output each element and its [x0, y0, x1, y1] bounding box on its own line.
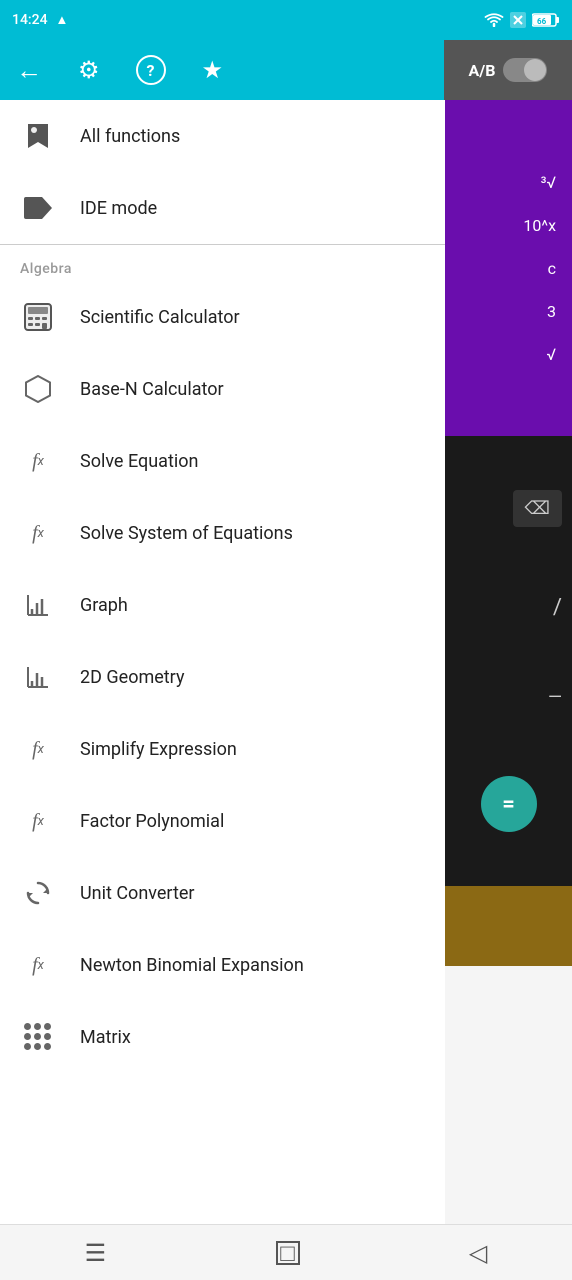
c-label: c	[548, 259, 556, 278]
back-nav-icon[interactable]: ◁	[469, 1239, 487, 1267]
calc-gold-panel	[445, 886, 572, 966]
fx-icon-5: fx	[20, 947, 56, 983]
unit-converter-label: Unit Converter	[80, 883, 195, 904]
help-button[interactable]: ?	[136, 55, 166, 85]
2d-geometry-label: 2D Geometry	[80, 667, 184, 688]
nav-bar: ☰ □ ◁	[0, 1224, 572, 1280]
home-nav-icon[interactable]: □	[276, 1241, 300, 1265]
help-icon-label: ?	[147, 61, 155, 80]
menu-item-2d-geometry[interactable]: 2D Geometry	[0, 641, 445, 713]
menu-item-scientific-calculator[interactable]: Scientific Calculator	[0, 281, 445, 353]
base-n-label: Base-N Calculator	[80, 379, 224, 400]
backspace-icon: ⌫	[525, 498, 550, 519]
menu-item-matrix[interactable]: Matrix	[0, 1001, 445, 1073]
dots-icon	[20, 1019, 56, 1055]
three-label: 3	[547, 302, 556, 321]
top-bar: ← ⚙ ? ★ A/B	[0, 40, 572, 100]
toggle-knob	[524, 59, 546, 81]
matrix-label: Matrix	[80, 1027, 131, 1048]
time: 14:24	[12, 12, 48, 28]
status-bar-left: 14:24 ▲	[12, 12, 68, 28]
tag-icon	[20, 190, 56, 226]
menu-item-factor-polynomial[interactable]: fx Factor Polynomial	[0, 785, 445, 857]
refresh-icon	[20, 875, 56, 911]
ab-toggle-container[interactable]: A/B	[444, 40, 572, 100]
star-button[interactable]: ★	[202, 56, 224, 84]
newton-binomial-label: Newton Binomial Expansion	[80, 955, 304, 976]
algebra-section-header: Algebra	[0, 249, 445, 281]
warning-icon: ▲	[56, 12, 69, 28]
menu-nav-icon[interactable]: ☰	[85, 1239, 107, 1267]
toggle-switch[interactable]	[503, 58, 547, 82]
fx-icon-4: fx	[20, 803, 56, 839]
status-bar-right: 66	[484, 12, 560, 28]
graph-icon	[20, 587, 56, 623]
equals-icon: =	[502, 792, 515, 817]
status-bar: 14:24 ▲ 66	[0, 0, 572, 40]
menu-drawer: All functions IDE mode Algebra	[0, 100, 445, 1280]
menu-item-solve-system[interactable]: fx Solve System of Equations	[0, 497, 445, 569]
svg-text:66: 66	[537, 17, 547, 26]
menu-item-base-n-calculator[interactable]: Base-N Calculator	[0, 353, 445, 425]
back-button[interactable]: ←	[16, 55, 42, 86]
calculator-icon	[20, 299, 56, 335]
divide-icon[interactable]: /	[553, 595, 562, 620]
menu-item-all-functions[interactable]: All functions	[0, 100, 445, 172]
menu-item-simplify-expression[interactable]: fx Simplify Expression	[0, 713, 445, 785]
ide-mode-label: IDE mode	[80, 198, 157, 219]
calc-purple-panel: ³√ 10^x c 3 √	[445, 100, 572, 436]
factor-polynomial-label: Factor Polynomial	[80, 811, 224, 832]
equals-button[interactable]: =	[481, 776, 537, 832]
simplify-expression-label: Simplify Expression	[80, 739, 237, 760]
battery-icon: 66	[532, 13, 560, 27]
x-icon	[510, 12, 526, 28]
hexagon-icon	[20, 371, 56, 407]
matrix-dots	[24, 1023, 52, 1051]
menu-item-ide-mode[interactable]: IDE mode	[0, 172, 445, 244]
graph-label: Graph	[80, 595, 128, 616]
all-functions-label: All functions	[80, 126, 180, 147]
menu-item-unit-converter[interactable]: Unit Converter	[0, 857, 445, 929]
bookmark-icon	[20, 118, 56, 154]
fx-icon-3: fx	[20, 731, 56, 767]
solve-system-label: Solve System of Equations	[80, 523, 293, 544]
menu-item-graph[interactable]: Graph	[0, 569, 445, 641]
backspace-button[interactable]: ⌫	[513, 490, 562, 527]
solve-equation-label: Solve Equation	[80, 451, 198, 472]
cube-root-label: ³√	[541, 173, 556, 192]
minus-icon[interactable]: —	[548, 687, 562, 708]
scientific-calculator-label: Scientific Calculator	[80, 307, 240, 328]
fx-icon-2: fx	[20, 515, 56, 551]
menu-item-solve-equation[interactable]: fx Solve Equation	[0, 425, 445, 497]
pow-label: 10^x	[523, 216, 556, 235]
sqrt-label: √	[546, 345, 556, 364]
calc-dark-panel: ⌫ / — =	[445, 436, 572, 886]
wifi-icon	[484, 13, 504, 27]
geometry-icon	[20, 659, 56, 695]
fx-icon-1: fx	[20, 443, 56, 479]
section-divider	[0, 244, 445, 245]
menu-item-newton-binomial[interactable]: fx Newton Binomial Expansion	[0, 929, 445, 1001]
ab-label: A/B	[469, 61, 496, 80]
settings-button[interactable]: ⚙	[78, 56, 100, 84]
